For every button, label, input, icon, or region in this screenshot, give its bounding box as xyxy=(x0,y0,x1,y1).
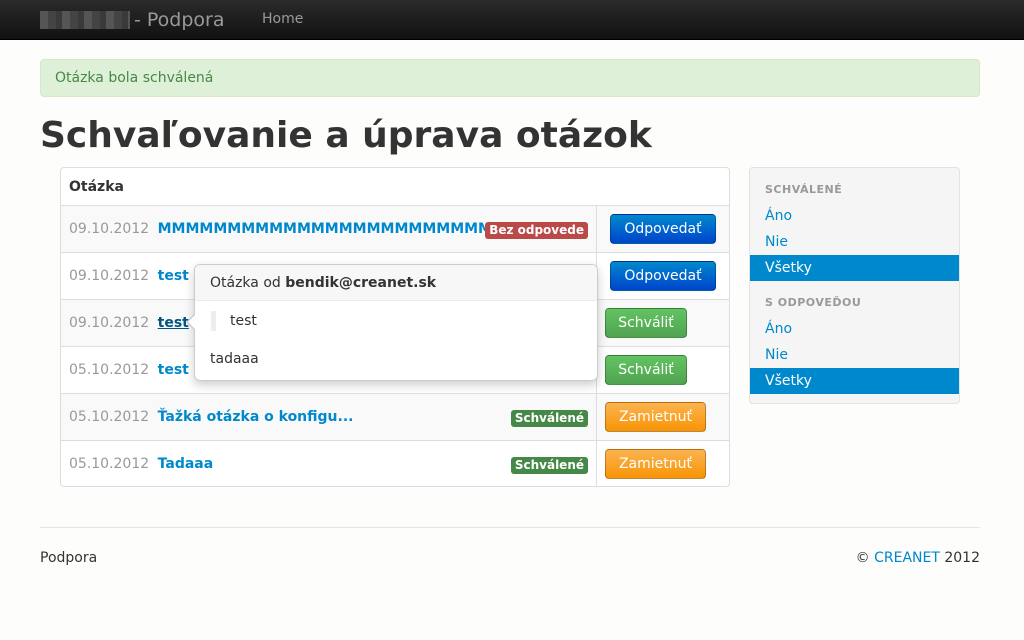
answered-filter-no[interactable]: Nie xyxy=(750,342,959,368)
popover-arrow xyxy=(186,313,196,331)
nav-home-link[interactable]: Home xyxy=(262,0,303,40)
top-navbar: - Podpora Home xyxy=(0,0,1024,40)
question-link[interactable]: MMMMMMMMMMMMMMMMMMMMMMMM... xyxy=(158,221,508,237)
question-date: 09.10.2012 xyxy=(69,315,150,331)
footer-copyright: © CREANET 2012 xyxy=(856,550,980,566)
table-row: 05.10.2012 Tadaaa Schválené Zamietnuť xyxy=(61,441,729,486)
popover-title-prefix: Otázka od xyxy=(210,275,281,291)
question-popover: Otázka od bendik@creanet.sk test tadaaa xyxy=(186,264,598,381)
question-link[interactable]: Ťažká otázka o konfigu... xyxy=(158,409,354,425)
brand[interactable]: - Podpora xyxy=(40,0,225,40)
status-badge: Bez odpovede xyxy=(485,222,588,239)
question-date: 09.10.2012 xyxy=(69,221,150,237)
popover-question-quote: test xyxy=(211,311,257,331)
question-cell: 09.10.2012 MMMMMMMMMMMMMMMMMMMMMMMM... B… xyxy=(61,206,597,253)
footer-divider xyxy=(40,527,980,528)
answer-button[interactable]: Odpovedať xyxy=(610,214,716,244)
copyright-year: 2012 xyxy=(944,550,980,566)
question-cell: 05.10.2012 Ťažká otázka o konfigu... Sch… xyxy=(61,394,597,441)
page-title: Schvaľovanie a úprava otázok xyxy=(40,115,652,156)
status-badge: Schválené xyxy=(510,457,588,474)
answered-filter-all[interactable]: Všetky xyxy=(750,368,959,394)
question-link[interactable]: Tadaaa xyxy=(158,456,214,472)
answered-filter-yes[interactable]: Áno xyxy=(750,316,959,342)
approved-filter-header: SCHVÁLENÉ xyxy=(765,183,843,196)
question-link-hovered[interactable]: test xyxy=(158,315,189,331)
table-header-question: Otázka xyxy=(61,168,729,206)
answered-filter-header: S ODPOVEĎOU xyxy=(765,296,862,309)
company-link[interactable]: CREANET xyxy=(874,550,940,566)
approved-filter-no[interactable]: Nie xyxy=(750,229,959,255)
brand-suffix: - Podpora xyxy=(134,9,225,31)
copyright-symbol: © xyxy=(855,550,870,566)
answer-button[interactable]: Odpovedať xyxy=(610,261,716,291)
table-row: 09.10.2012 MMMMMMMMMMMMMMMMMMMMMMMM... B… xyxy=(61,206,729,253)
approve-button[interactable]: Schváliť xyxy=(605,308,687,338)
approve-button[interactable]: Schváliť xyxy=(605,355,687,385)
popover-answer: tadaaa xyxy=(210,351,259,367)
popover-email: bendik@creanet.sk xyxy=(285,275,437,291)
table-row: 05.10.2012 Ťažká otázka o konfigu... Sch… xyxy=(61,394,729,441)
question-link[interactable]: test xyxy=(158,268,189,284)
success-alert: Otázka bola schválená xyxy=(40,59,980,97)
question-date: 05.10.2012 xyxy=(69,362,150,378)
footer-app-name: Podpora xyxy=(40,550,98,566)
filter-sidebar: SCHVÁLENÉ Áno Nie Všetky S ODPOVEĎOU Áno… xyxy=(749,167,960,404)
reject-button[interactable]: Zamietnuť xyxy=(605,449,706,479)
reject-button[interactable]: Zamietnuť xyxy=(605,402,706,432)
question-date: 09.10.2012 xyxy=(69,268,150,284)
popover-title: Otázka od bendik@creanet.sk xyxy=(195,265,597,301)
question-link[interactable]: test xyxy=(158,362,189,378)
question-date: 05.10.2012 xyxy=(69,409,150,425)
approved-filter-yes[interactable]: Áno xyxy=(750,203,959,229)
status-badge: Schválené xyxy=(510,410,588,427)
blurred-brand-logo xyxy=(40,11,130,29)
question-date: 05.10.2012 xyxy=(69,456,150,472)
approved-filter-all[interactable]: Všetky xyxy=(750,255,959,281)
question-cell: 05.10.2012 Tadaaa Schválené xyxy=(61,441,597,486)
